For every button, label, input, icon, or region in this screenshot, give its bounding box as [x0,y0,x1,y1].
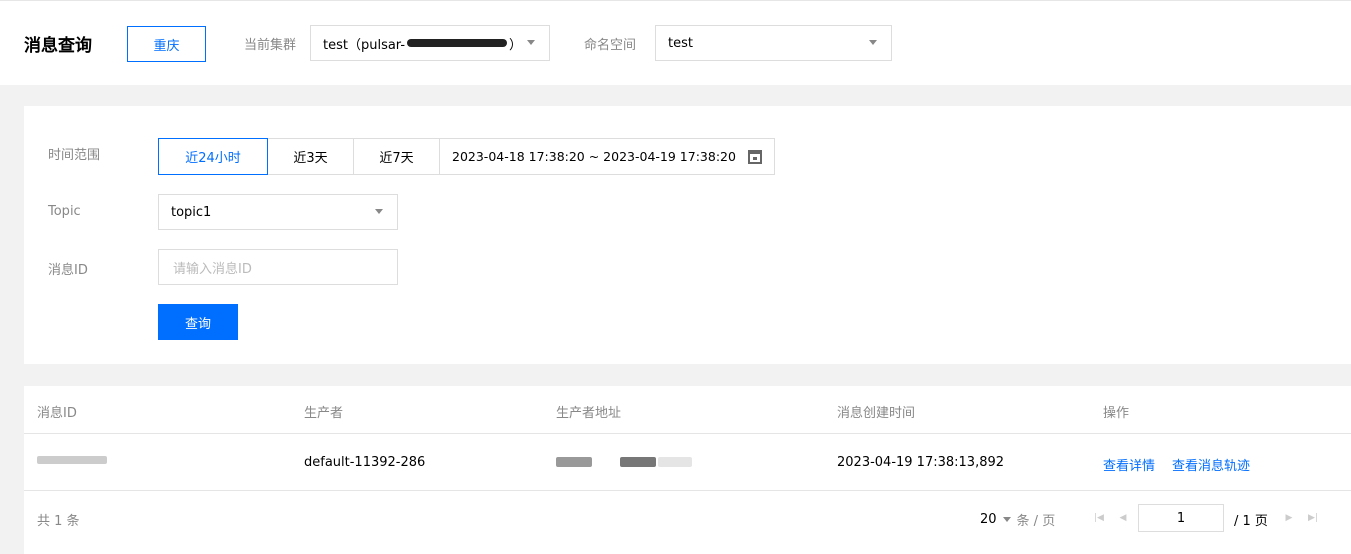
topic-value: topic1 [171,204,212,220]
chevron-down-icon [1002,517,1011,522]
table-header: 消息ID 生产者 生产者地址 消息创建时间 操作 [24,386,1351,434]
time-range-segmented: 近24小时 近3天 近7天 2023-04-18 17:38:20 ~ 2023… [158,138,775,175]
table-row: default-11392-286 2023-04-19 17:38:13,89… [24,434,1351,491]
cluster-select[interactable]: test（pulsar- ） [310,25,550,61]
column-header-actions: 操作 [1103,406,1130,421]
top-bar: 消息查询 重庆 当前集群 test（pulsar- ） 命名空间 test [0,0,1351,85]
table-footer: 共 1 条 20 条 / 页 |◀ ◀ 1 / 1 页 ▶ ▶| [24,492,1351,554]
query-button[interactable]: 查询 [158,304,238,340]
page-size-select[interactable]: 20 条 / 页 [980,510,1055,529]
view-detail-link[interactable]: 查看详情 [1103,455,1155,474]
total-count: 共 1 条 [37,514,80,529]
chevron-down-icon [375,209,383,214]
producer-cell: default-11392-286 [304,455,426,470]
prev-page-icon[interactable]: ◀ [1110,504,1136,532]
results-table: 消息ID 生产者 生产者地址 消息创建时间 操作 default-11392-2… [24,386,1351,554]
cluster-value-prefix: test（pulsar- [323,37,406,53]
calendar-icon [747,149,762,164]
page-title: 消息查询 [24,36,92,56]
first-page-icon[interactable]: |◀ [1086,504,1112,532]
namespace-label: 命名空间 [584,38,637,53]
last-page-icon[interactable]: ▶| [1300,504,1326,532]
page-number-input[interactable]: 1 [1138,504,1224,532]
cluster-value-suffix: ） [509,37,523,53]
topic-select[interactable]: topic1 [158,194,398,230]
tab-last-24h[interactable]: 近24小时 [158,138,268,175]
column-header-producer-address: 生产者地址 [556,406,622,421]
next-page-icon[interactable]: ▶ [1276,504,1302,532]
redacted-address-part [556,457,592,467]
column-header-producer: 生产者 [304,406,344,421]
redacted-message-id [37,456,107,464]
tab-last-3d[interactable]: 近3天 [268,139,354,174]
namespace-value: test [668,35,693,51]
filter-panel: 时间范围 近24小时 近3天 近7天 2023-04-18 17:38:20 ~… [24,106,1351,364]
created-time-cell: 2023-04-19 17:38:13,892 [837,455,1005,470]
time-range-label: 时间范围 [48,148,101,163]
message-id-input[interactable]: 请输入消息ID [158,249,398,285]
cluster-label: 当前集群 [244,38,297,53]
date-range-picker[interactable]: 2023-04-18 17:38:20 ~ 2023-04-19 17:38:2… [440,139,774,174]
date-range-text: 2023-04-18 17:38:20 ~ 2023-04-19 17:38:2… [452,149,736,164]
page-size-value: 20 [980,512,997,527]
chevron-down-icon [527,40,535,45]
column-header-message-id: 消息ID [37,406,77,421]
per-page-label: 条 / 页 [1016,514,1056,529]
namespace-select[interactable]: test [655,25,892,61]
redacted-address-part [658,457,692,467]
topic-label: Topic [48,204,81,219]
tab-last-7d[interactable]: 近7天 [354,139,440,174]
message-id-label: 消息ID [48,263,88,278]
redacted-mark [407,39,508,47]
total-pages-label: / 1 页 [1234,514,1268,529]
view-trace-link[interactable]: 查看消息轨迹 [1172,455,1250,474]
redacted-address-part [620,457,656,467]
region-selector-button[interactable]: 重庆 [127,26,206,62]
chevron-down-icon [869,40,877,45]
column-header-created-time: 消息创建时间 [837,406,916,421]
